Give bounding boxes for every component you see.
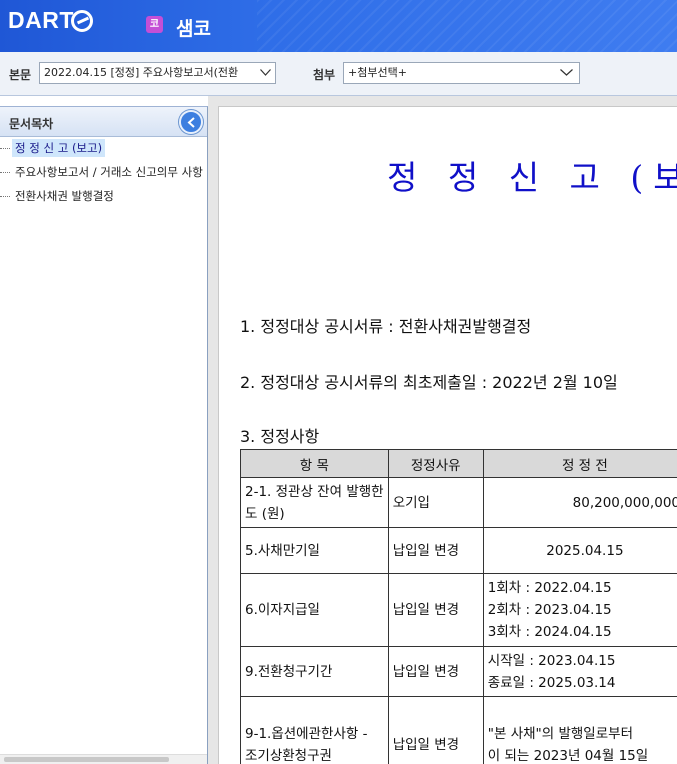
attach-select-label: 첨부: [313, 68, 336, 82]
scrollbar-thumb[interactable]: [4, 757, 169, 762]
cell-reason: 납입일 변경: [387, 527, 484, 574]
toc-header: 문서목차: [0, 107, 207, 137]
app-header: DART 코 샘코: [0, 0, 677, 52]
cell-before-line: 시작일 : 2023.04.15: [487, 652, 616, 669]
attach-select-value: +첨부선택+: [348, 66, 407, 79]
cell-item: 9-1.옵션에관한사항 - 조기상환청구권: [240, 696, 389, 764]
cell-before-line: "본 사채"의 발행일로부터: [487, 725, 633, 742]
cell-before-line: 80,200,000,000: [572, 494, 677, 511]
chevron-down-icon: [560, 69, 573, 78]
cell-item: 5.사채만기일: [240, 527, 389, 574]
correction-table: 항 목 정정사유 정 정 전 2-1. 정관상 잔여 발행한도 (원) 오기입 …: [240, 449, 677, 764]
logo-ring-icon: [70, 9, 93, 32]
chevron-down-icon: [260, 69, 271, 78]
column-header-before: 정 정 전: [482, 449, 677, 478]
cell-before-line: 2회차 : 2023.04.15: [487, 602, 612, 618]
sidebar-horizontal-scrollbar[interactable]: [0, 754, 207, 764]
cell-reason: 납입일 변경: [387, 696, 484, 764]
logo-text: DART: [8, 7, 74, 33]
document-viewer: 정 정 신 고 (보고) 1. 정정대상 공시서류 : 전환사채권발행결정 2.…: [208, 96, 677, 764]
document-toolbar: 본문 2022.04.15 [정정] 주요사항보고서(전환 첨부 +첨부선택+: [0, 52, 677, 96]
doc-select[interactable]: 2022.04.15 [정정] 주요사항보고서(전환: [39, 62, 276, 84]
cell-before-line: 1회차 : 2022.04.15: [487, 580, 612, 596]
doc-select-value: 2022.04.15 [정정] 주요사항보고서(전환: [44, 66, 239, 79]
table-row: 5.사채만기일 납입일 변경 2025.04.15: [240, 527, 677, 574]
cell-reason: 납입일 변경: [387, 646, 484, 697]
cell-before-line: 2025.04.15: [546, 542, 624, 559]
toc-item-correction-report[interactable]: 정 정 신 고 (보고): [0, 137, 207, 161]
company-type-badge: 코: [146, 16, 163, 33]
correction-items-heading: 3. 정정사항: [240, 427, 320, 446]
toc-item-major-report[interactable]: 주요사항보고서 / 거래소 신고의무 사항: [0, 161, 207, 185]
cell-item: 9.전환청구기간: [240, 646, 389, 697]
toc-sidebar: 문서목차 정 정 신 고 (보고) 주요사항보고서 / 거래소 신고의무 사항 …: [0, 106, 208, 764]
document-page: 정 정 신 고 (보고) 1. 정정대상 공시서류 : 전환사채권발행결정 2.…: [218, 106, 677, 764]
cell-before: 2025.04.15: [482, 527, 677, 574]
attach-select[interactable]: +첨부선택+: [343, 62, 580, 84]
chevron-left-icon: [187, 117, 195, 128]
correction-target-line: 1. 정정대상 공시서류 : 전환사채권발행결정: [240, 317, 532, 336]
table-row: 9-1.옵션에관한사항 - 조기상환청구권 납입일 변경 "본 사채"의 발행일…: [240, 696, 677, 764]
cell-before-line: 종료일 : 2025.03.14: [487, 674, 616, 691]
doc-select-label: 본문: [9, 68, 32, 82]
toc-item-convertible-bond[interactable]: 전환사채권 발행결정: [0, 185, 207, 209]
cell-reason: 납입일 변경: [387, 573, 484, 647]
cell-item: 2-1. 정관상 잔여 발행한도 (원): [240, 477, 389, 528]
toc-item-label: 주요사항보고서 / 거래소 신고의무 사항: [15, 165, 203, 179]
first-submission-line: 2. 정정대상 공시서류의 최초제출일 : 2022년 2월 10일: [240, 373, 618, 392]
table-header-row: 항 목 정정사유 정 정 전: [240, 449, 677, 478]
toc-list: 정 정 신 고 (보고) 주요사항보고서 / 거래소 신고의무 사항 전환사채권…: [0, 137, 207, 209]
cell-before: 1회차 : 2022.04.15 2회차 : 2023.04.15 3회차 : …: [482, 573, 677, 647]
table-row: 9.전환청구기간 납입일 변경 시작일 : 2023.04.15 종료일 : 2…: [240, 646, 677, 697]
column-header-item: 항 목: [240, 449, 389, 478]
cell-before: 시작일 : 2023.04.15 종료일 : 2025.03.14: [482, 646, 677, 697]
cell-before-line: 3회차 : 2024.04.15: [487, 624, 612, 640]
toc-item-label: 전환사채권 발행결정: [15, 189, 114, 203]
table-row: 6.이자지급일 납입일 변경 1회차 : 2022.04.15 2회차 : 20…: [240, 573, 677, 647]
collapse-sidebar-button[interactable]: [179, 110, 203, 134]
document-title: 정 정 신 고 (보고): [387, 158, 677, 197]
cell-reason: 오기입: [387, 477, 484, 528]
toc-title: 문서목차: [9, 117, 54, 131]
table-row: 2-1. 정관상 잔여 발행한도 (원) 오기입 80,200,000,000: [240, 477, 677, 528]
toc-item-label: 정 정 신 고 (보고): [12, 139, 106, 157]
cell-before: 80,200,000,000: [482, 477, 677, 528]
cell-item: 6.이자지급일: [240, 573, 389, 647]
cell-before-line: 이 되는 2023년 04월 15일: [487, 747, 649, 764]
column-header-reason: 정정사유: [387, 449, 484, 478]
header-pattern: [257, 0, 677, 52]
company-name[interactable]: 샘코: [176, 14, 211, 41]
cell-before: "본 사채"의 발행일로부터 이 되는 2023년 04월 15일: [482, 696, 677, 764]
dart-logo[interactable]: DART: [8, 7, 93, 34]
